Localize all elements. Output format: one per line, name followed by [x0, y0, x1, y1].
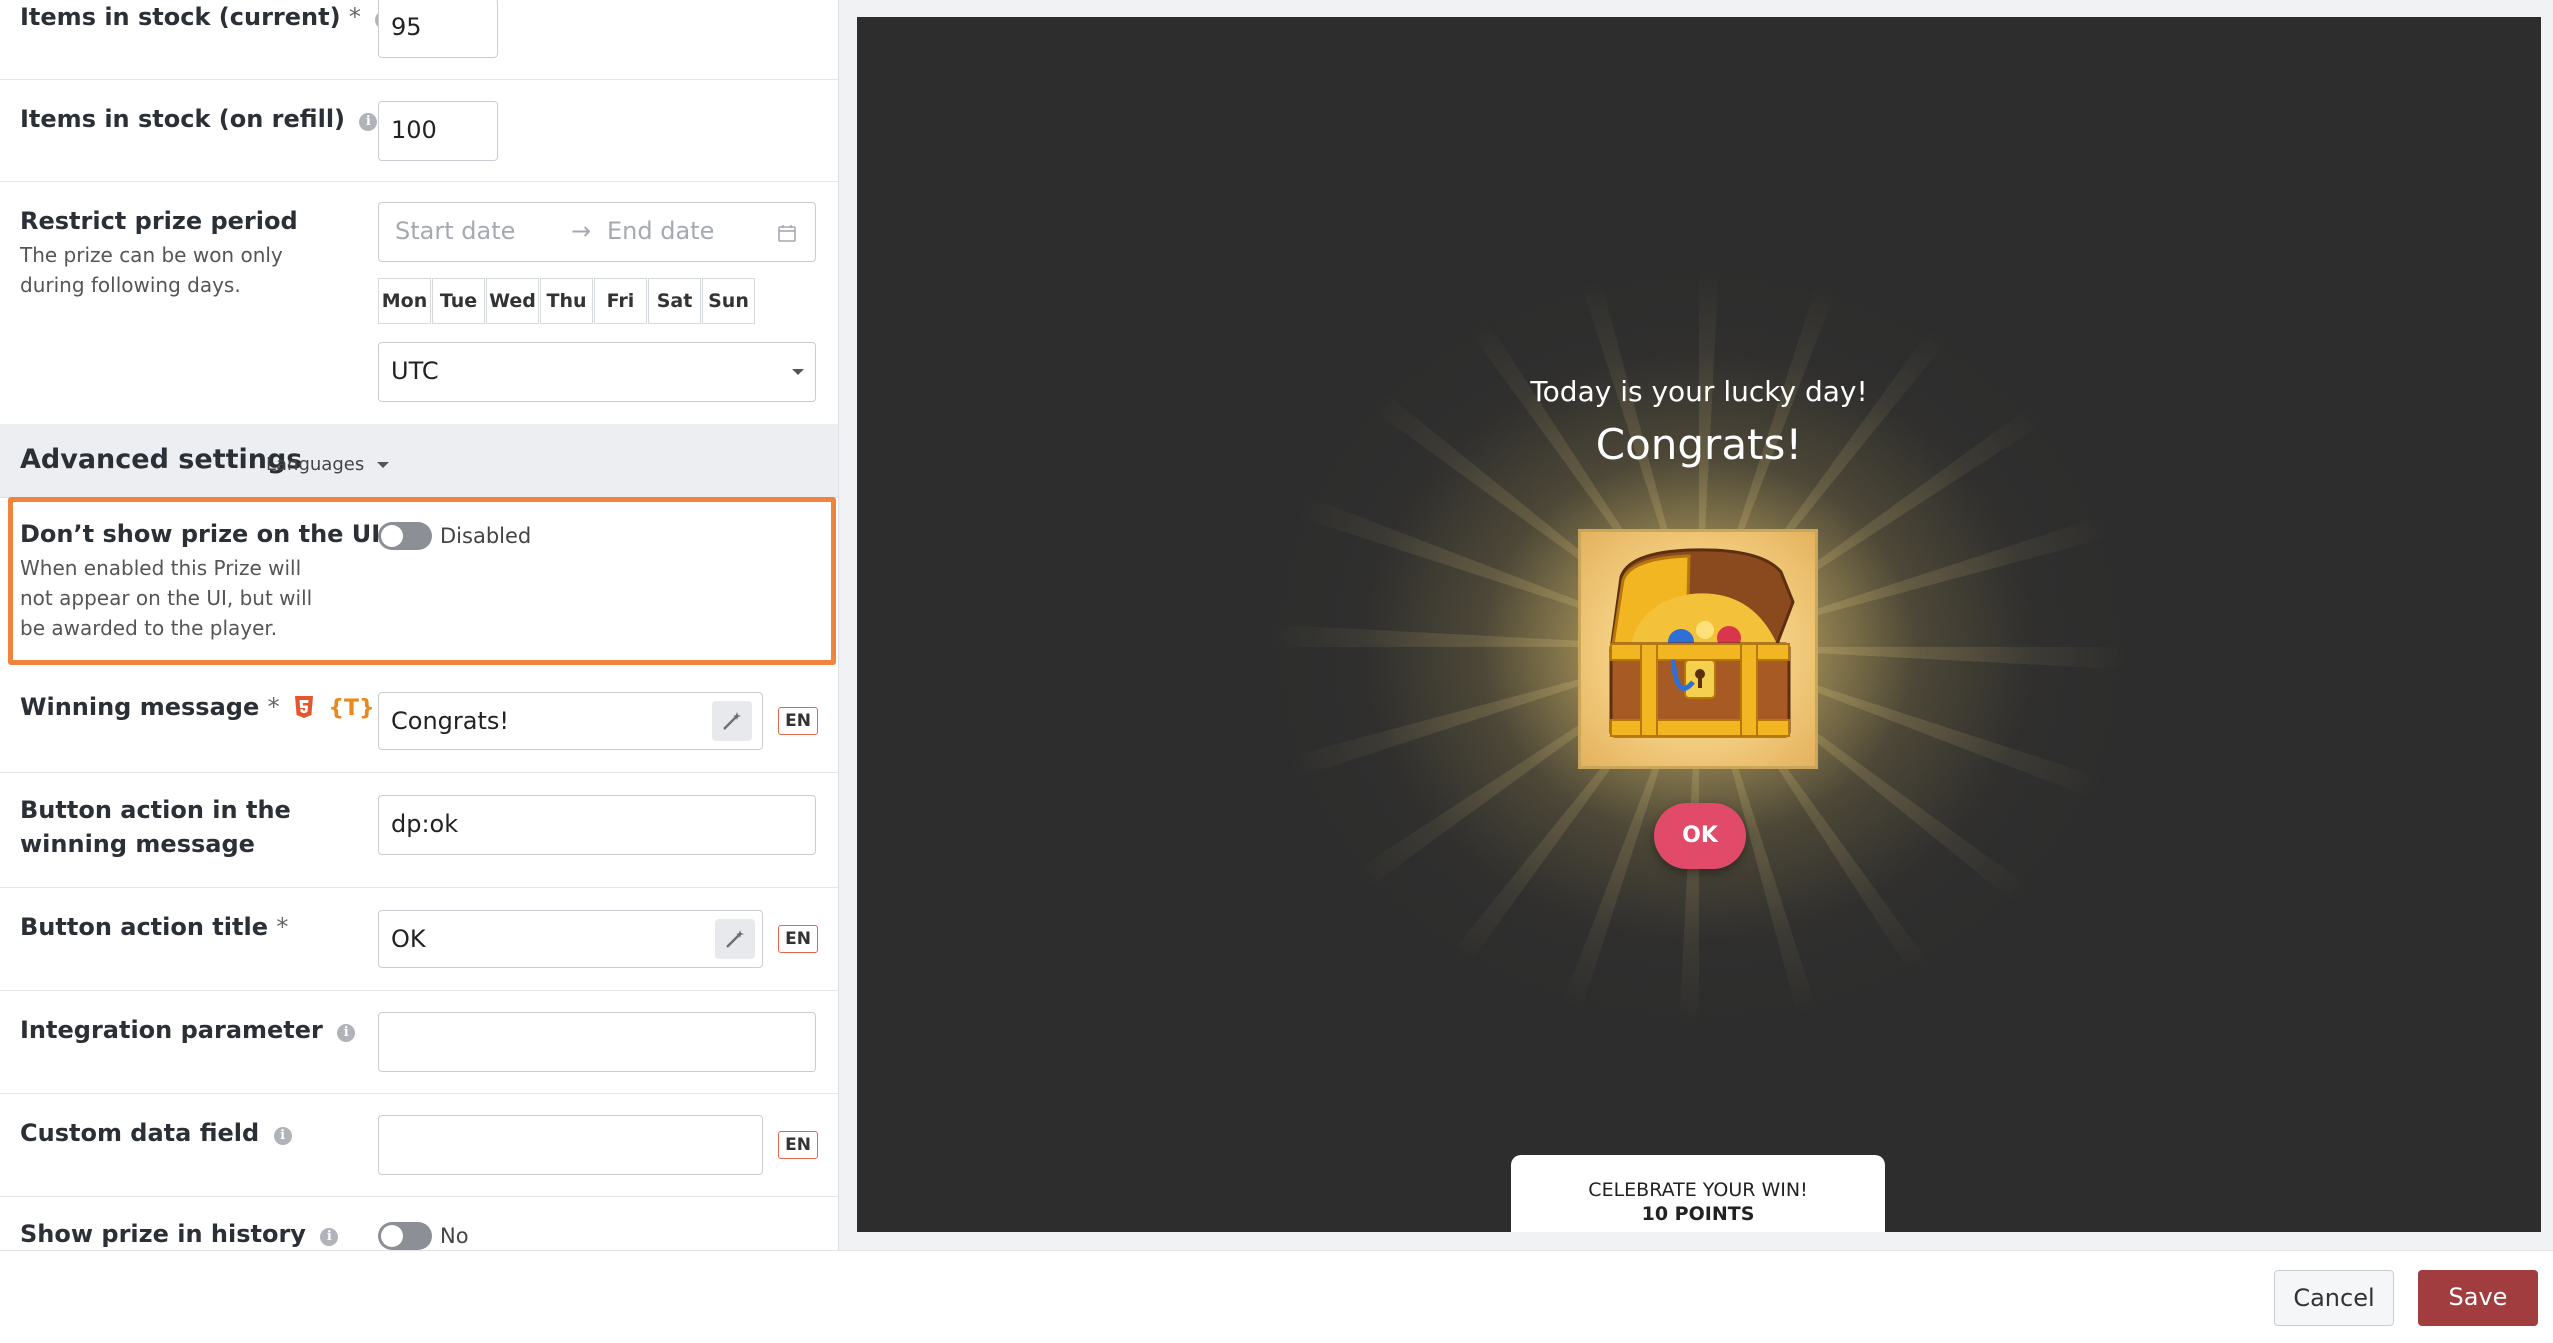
- languages-label: Languages: [266, 454, 365, 475]
- integration-param-label-wrap: Integration parameter i: [20, 1013, 356, 1047]
- range-arrow-icon: →: [571, 217, 592, 245]
- prize-preview: Today is your lucky day! Congrats! OK CE…: [857, 17, 2541, 1232]
- prize-settings-dialog: Items in stock (current) * i 95 Items in…: [0, 0, 2553, 1343]
- languages-dropdown[interactable]: Languages: [266, 454, 390, 475]
- highlight-box: [8, 497, 836, 665]
- row-integration-param: Integration parameter i: [0, 991, 838, 1094]
- stock-refill-label: Items in stock (on refill): [20, 105, 346, 133]
- button-action-label: Button action in the winning message: [20, 796, 291, 858]
- magic-wand-icon[interactable]: [715, 919, 755, 959]
- chevron-down-icon: [376, 462, 389, 468]
- row-custom-data: Custom data field i EN: [0, 1094, 838, 1197]
- row-stock-current: Items in stock (current) * i 95: [0, 0, 838, 80]
- timezone-select[interactable]: UTC: [378, 342, 816, 402]
- row-show-history: Show prize in history i No: [0, 1197, 838, 1250]
- day-thu[interactable]: Thu: [540, 278, 593, 324]
- row-winning-message: Winning message * {T} Congrats! EN: [0, 665, 838, 773]
- preview-subtitle: Today is your lucky day!: [1530, 375, 1868, 408]
- integration-param-input[interactable]: [378, 1012, 816, 1072]
- info-icon[interactable]: i: [320, 1228, 339, 1246]
- day-wed[interactable]: Wed: [486, 278, 539, 324]
- celebrate-line1: CELEBRATE YOUR WIN!: [1588, 1179, 1808, 1201]
- row-stock-refill: Items in stock (on refill) i 100: [0, 80, 838, 182]
- restrict-period-description: The prize can be won only during followi…: [20, 243, 283, 297]
- winning-message-input[interactable]: Congrats!: [378, 692, 763, 750]
- day-sun[interactable]: Sun: [702, 278, 755, 324]
- show-history-label-wrap: Show prize in history i: [20, 1217, 339, 1250]
- info-icon[interactable]: i: [359, 113, 378, 131]
- custom-data-input[interactable]: [378, 1115, 763, 1175]
- custom-data-label-wrap: Custom data field i: [20, 1116, 292, 1150]
- info-icon[interactable]: i: [337, 1024, 356, 1042]
- winning-message-label: Winning message: [20, 693, 260, 721]
- stock-current-label: Items in stock (current): [20, 3, 341, 31]
- button-title-label: Button action title: [20, 913, 268, 941]
- language-badge[interactable]: EN: [778, 1131, 818, 1159]
- preview-ok-button[interactable]: OK: [1654, 803, 1746, 869]
- required-mark: *: [267, 693, 280, 721]
- button-title-input[interactable]: OK: [378, 910, 763, 968]
- button-action-input[interactable]: dp:ok: [378, 795, 816, 855]
- day-tue[interactable]: Tue: [432, 278, 485, 324]
- settings-form-panel[interactable]: Items in stock (current) * i 95 Items in…: [0, 0, 839, 1250]
- date-range-picker[interactable]: Start date → End date: [378, 202, 816, 262]
- required-mark: *: [276, 913, 289, 941]
- required-mark: *: [348, 3, 361, 31]
- integration-param-label: Integration parameter: [20, 1016, 323, 1044]
- prize-image: [1578, 529, 1818, 769]
- language-badge[interactable]: EN: [778, 925, 818, 953]
- save-button[interactable]: Save: [2418, 1270, 2538, 1326]
- winning-message-label-wrap: Winning message * {T}: [20, 690, 375, 726]
- celebrate-panel: CELEBRATE YOUR WIN! 10 POINTS: [1511, 1155, 1885, 1232]
- start-date-input[interactable]: Start date: [395, 203, 515, 259]
- advanced-settings-title: Advanced settings: [20, 444, 303, 475]
- language-badge[interactable]: EN: [778, 707, 818, 735]
- button-title-label-wrap: Button action title *: [20, 910, 288, 944]
- chevron-down-icon: [792, 369, 804, 375]
- stock-refill-label-wrap: Items in stock (on refill) i: [20, 102, 378, 136]
- cancel-button[interactable]: Cancel: [2274, 1270, 2394, 1326]
- info-icon[interactable]: i: [273, 1127, 292, 1145]
- celebrate-points: 10 POINTS: [1641, 1203, 1755, 1225]
- advanced-settings-header: Advanced settings Languages: [0, 424, 838, 498]
- stock-refill-input[interactable]: 100: [378, 101, 498, 161]
- weekday-selector: Mon Tue Wed Thu Fri Sat Sun: [378, 278, 758, 324]
- stock-current-input[interactable]: 95: [378, 0, 498, 58]
- row-restrict-period: Restrict prize period The prize can be w…: [0, 182, 838, 424]
- day-sat[interactable]: Sat: [648, 278, 701, 324]
- row-button-title: Button action title * OK EN: [0, 888, 838, 991]
- template-tag-icon[interactable]: {T}: [328, 696, 374, 721]
- day-fri[interactable]: Fri: [594, 278, 647, 324]
- stock-current-label-wrap: Items in stock (current) * i: [20, 0, 394, 34]
- show-history-label: Show prize in history: [20, 1220, 306, 1248]
- custom-data-label: Custom data field: [20, 1119, 260, 1147]
- restrict-period-label: Restrict prize period: [20, 207, 298, 235]
- treasure-chest-icon: [1609, 548, 1795, 738]
- calendar-icon[interactable]: [777, 223, 797, 243]
- dialog-footer: [0, 1250, 2553, 1343]
- end-date-input[interactable]: End date: [607, 203, 714, 259]
- magic-wand-icon[interactable]: [712, 701, 752, 741]
- show-history-toggle[interactable]: [378, 1222, 432, 1250]
- timezone-value: UTC: [391, 357, 439, 385]
- day-mon[interactable]: Mon: [378, 278, 431, 324]
- row-button-action: Button action in the winning message dp:…: [0, 773, 838, 888]
- preview-title: Congrats!: [1595, 420, 1803, 469]
- html5-icon[interactable]: [294, 695, 314, 719]
- show-history-state: No: [440, 1224, 469, 1248]
